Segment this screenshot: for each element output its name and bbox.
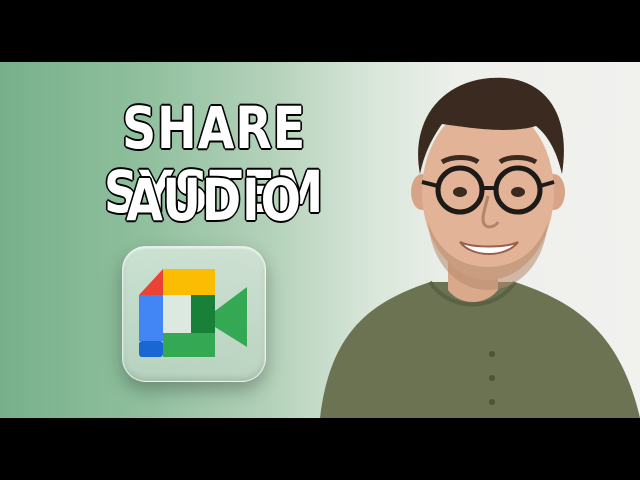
video-thumbnail[interactable]: SHARE SYSTEM AUDIO <box>0 62 640 418</box>
letterbox-top <box>0 0 640 62</box>
google-meet-icon <box>139 269 247 357</box>
letterbox-bottom <box>0 418 640 480</box>
presenter-photo <box>320 77 640 418</box>
google-meet-logo-tile <box>122 246 266 382</box>
